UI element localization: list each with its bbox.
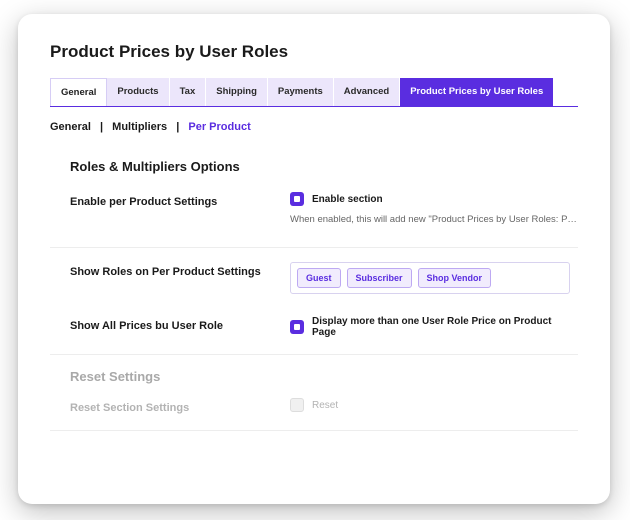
checkbox-display-multi-prices-label: Display more than one User Role Price on… [312,316,578,338]
tab-products[interactable]: Products [107,78,169,106]
row-show-roles: Show Roles on Per Product Settings Guest… [50,262,578,310]
tab-advanced[interactable]: Advanced [334,78,400,106]
separator: | [176,121,179,133]
row-reset-section: Reset Section Settings Reset [50,398,578,431]
subnav-multipliers[interactable]: Multipliers [112,121,167,133]
checkbox-display-multi-prices[interactable] [290,320,304,334]
settings-tabbar: General Products Tax Shipping Payments A… [50,78,578,107]
label-enable-per-product: Enable per Product Settings [50,192,290,208]
tab-payments[interactable]: Payments [268,78,334,106]
checkbox-enable-section[interactable] [290,192,304,206]
subnav-general[interactable]: General [50,121,91,133]
sub-navigation: General | Multipliers | Per Product [50,121,578,133]
enable-section-description: When enabled, this will add new "Product… [290,214,580,225]
checkbox-enable-section-label: Enable section [312,194,383,205]
settings-card: Product Prices by User Roles General Pro… [18,14,610,504]
page-title: Product Prices by User Roles [50,42,578,62]
tab-shipping[interactable]: Shipping [206,78,268,106]
reset-settings-heading: Reset Settings [70,369,578,384]
checkbox-reset[interactable] [290,398,304,412]
roles-multiselect[interactable]: Guest Subscriber Shop Vendor [290,262,570,294]
row-enable-per-product: Enable per Product Settings Enable secti… [50,192,578,241]
row-show-all-prices: Show All Prices bu User Role Display mor… [50,316,578,355]
label-show-all-prices: Show All Prices bu User Role [50,316,290,332]
checkbox-reset-label: Reset [312,400,338,411]
roles-multipliers-heading: Roles & Multipliers Options [70,159,578,174]
label-reset-section: Reset Section Settings [50,398,290,414]
role-tag-shop-vendor[interactable]: Shop Vendor [418,268,492,288]
label-show-roles: Show Roles on Per Product Settings [50,262,290,278]
tab-tax[interactable]: Tax [170,78,207,106]
subnav-per-product[interactable]: Per Product [188,121,250,133]
role-tag-guest[interactable]: Guest [297,268,341,288]
separator: | [100,121,103,133]
tab-general[interactable]: General [50,78,107,106]
tab-product-prices-by-user-roles[interactable]: Product Prices by User Roles [400,78,553,106]
role-tag-subscriber[interactable]: Subscriber [347,268,412,288]
